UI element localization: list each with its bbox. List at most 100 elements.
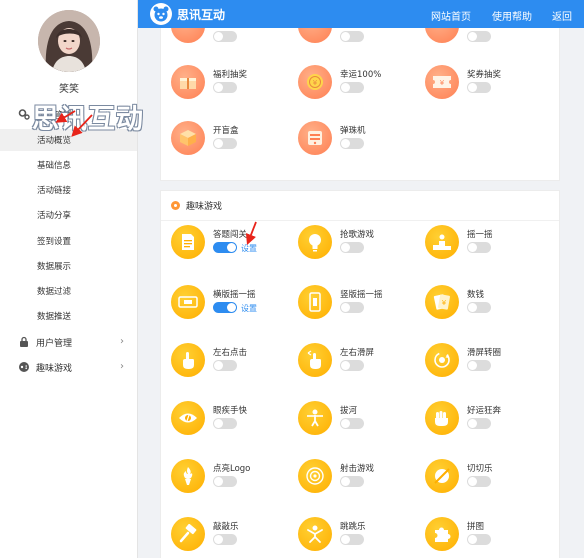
toggle-switch[interactable] [467, 82, 491, 93]
svg-text:¥: ¥ [313, 79, 318, 87]
toggle-switch[interactable] [467, 302, 491, 313]
toggle-switch[interactable] [340, 138, 364, 149]
sidebar-item-checkin[interactable]: 签到设置 [0, 230, 137, 252]
tile-name: 竖版摇一摇 [340, 290, 383, 300]
toggle-switch[interactable] [213, 418, 237, 429]
toggle-switch[interactable] [213, 31, 237, 42]
lock-icon [18, 336, 30, 348]
settings-link[interactable]: 设置 [241, 243, 257, 254]
tile-name: 抢歌游戏 [340, 230, 375, 240]
rotate-icon [425, 343, 459, 377]
torch-icon [171, 459, 205, 493]
tile-puzzle[interactable]: 拼图 [425, 517, 545, 558]
tile-count-money[interactable]: ¥ 数钱 [425, 285, 545, 329]
sidebar-item-data-filter[interactable]: 数据过滤 [0, 280, 137, 302]
lucky-coin-icon: ¥ [298, 65, 332, 99]
tile-blind-box[interactable]: 开盲盒 [171, 121, 291, 165]
toggle-switch[interactable] [213, 242, 237, 253]
toggle-switch[interactable] [213, 138, 237, 149]
lottery-card: 福利抽奖 ¥ 幸运100% ¥ 奖券抽奖 开盲盒 弹珠机 [160, 28, 560, 181]
tile-light-logo[interactable]: 点亮Logo [171, 459, 291, 503]
sidebar-item-label: 数据推送 [37, 312, 72, 322]
blind-box-icon [171, 121, 205, 155]
sidebar-item-share[interactable]: 活动分享 [0, 204, 137, 226]
tile-partial[interactable] [171, 28, 291, 53]
toggle-switch[interactable] [213, 360, 237, 371]
partial-icon [171, 28, 205, 43]
tile-left-right-swipe[interactable]: 左右滑屏 [298, 343, 418, 387]
tile-name: 拼图 [467, 522, 485, 532]
user-name: 笑笑 [59, 84, 79, 95]
sidebar-item-basic-info[interactable]: 基础信息 [0, 154, 137, 176]
settings-link[interactable]: 设置 [241, 303, 257, 314]
pinball-machine-icon [298, 121, 332, 155]
tug-of-war-icon [298, 401, 332, 435]
tile-tug-of-war[interactable]: 拔河 [298, 401, 418, 445]
toggle-switch[interactable] [340, 534, 364, 545]
jumping-person-icon [298, 517, 332, 551]
toggle-switch[interactable] [340, 302, 364, 313]
gears-icon [18, 108, 30, 120]
tile-lucky-run[interactable]: 好运狂奔 [425, 401, 545, 445]
nav-home-link[interactable]: 网站首页 [431, 8, 471, 23]
toggle-switch[interactable] [213, 534, 237, 545]
nav-back-link[interactable]: 返回 [552, 8, 572, 23]
card-title-text: 趣味游戏 [186, 202, 223, 212]
tile-swipe-circle[interactable]: 滑屏转圈 [425, 343, 545, 387]
fun-games-card: 趣味游戏 答题闯关 设置 抢歌游戏 摇一摇 横版摇一摇 设置 竖版摇一摇 ¥ 数… [160, 190, 560, 558]
sidebar-group-games[interactable]: 趣味游戏 › [0, 356, 138, 378]
toggle-switch[interactable] [467, 31, 491, 42]
toggle-switch[interactable] [340, 82, 364, 93]
tile-ticket-lottery[interactable]: ¥ 奖券抽奖 [425, 65, 545, 109]
toggle-switch[interactable] [340, 31, 364, 42]
toggle-switch[interactable] [467, 360, 491, 371]
sidebar-item-overview[interactable]: 活动概览 [0, 129, 137, 151]
toggle-switch[interactable] [213, 82, 237, 93]
toggle-switch[interactable] [467, 534, 491, 545]
toggle-switch[interactable] [213, 302, 237, 313]
tile-left-right-tap[interactable]: 左右点击 [171, 343, 291, 387]
sidebar-item-data-display[interactable]: 数据展示 [0, 255, 137, 277]
toggle-switch[interactable] [467, 476, 491, 487]
tile-jump[interactable]: 跳跳乐 [298, 517, 418, 558]
chevron-right-icon: › [120, 336, 124, 347]
sidebar-item-data-push[interactable]: 数据推送 [0, 305, 137, 327]
tile-landscape-shake[interactable]: 横版摇一摇 设置 [171, 285, 291, 329]
toggle-switch[interactable] [213, 476, 237, 487]
tile-portrait-shake[interactable]: 竖版摇一摇 [298, 285, 418, 329]
tile-quick-eye[interactable]: 眼疾手快 [171, 401, 291, 445]
tile-name: 敲敲乐 [213, 522, 239, 532]
avatar[interactable] [38, 10, 100, 72]
sidebar-item-links[interactable]: 活动链接 [0, 179, 137, 201]
nav-help-link[interactable]: 使用帮助 [492, 8, 532, 23]
toggle-switch[interactable] [340, 360, 364, 371]
tile-knock[interactable]: 敲敲乐 [171, 517, 291, 558]
sidebar-group-users[interactable]: 用户管理 › [0, 331, 138, 353]
partial-icon [425, 28, 459, 43]
toggle-switch[interactable] [467, 418, 491, 429]
portrait-phone-icon [298, 285, 332, 319]
sidebar-item-label: 活动分享 [37, 211, 72, 221]
partial-icon [298, 28, 332, 43]
sidebar-item-label: 活动概览 [37, 136, 72, 146]
puzzle-piece-icon [425, 517, 459, 551]
sidebar-group-activity[interactable]: 活动管理 [0, 103, 138, 125]
tile-welfare-lottery[interactable]: 福利抽奖 [171, 65, 291, 109]
tile-pinball[interactable]: 弹珠机 [298, 121, 418, 165]
tile-lucky-100[interactable]: ¥ 幸运100% [298, 65, 418, 109]
toggle-switch[interactable] [467, 242, 491, 253]
toggle-switch[interactable] [340, 476, 364, 487]
tile-song-grab[interactable]: 抢歌游戏 [298, 225, 418, 269]
tile-partial[interactable] [425, 28, 545, 53]
ticket-icon: ¥ [425, 65, 459, 99]
tile-quiz[interactable]: 答题闯关 设置 [171, 225, 291, 269]
toggle-switch[interactable] [340, 242, 364, 253]
tile-shake[interactable]: 摇一摇 [425, 225, 545, 269]
eye-icon [171, 401, 205, 435]
tile-slice[interactable]: 切切乐 [425, 459, 545, 503]
hammer-icon [171, 517, 205, 551]
tile-partial[interactable] [298, 28, 418, 53]
toggle-switch[interactable] [340, 418, 364, 429]
tile-shooting[interactable]: 射击游戏 [298, 459, 418, 503]
sidebar: 笑笑 活动管理 活动概览 基础信息 活动链接 活动分享 签到设置 数据展示 数据… [0, 0, 138, 558]
